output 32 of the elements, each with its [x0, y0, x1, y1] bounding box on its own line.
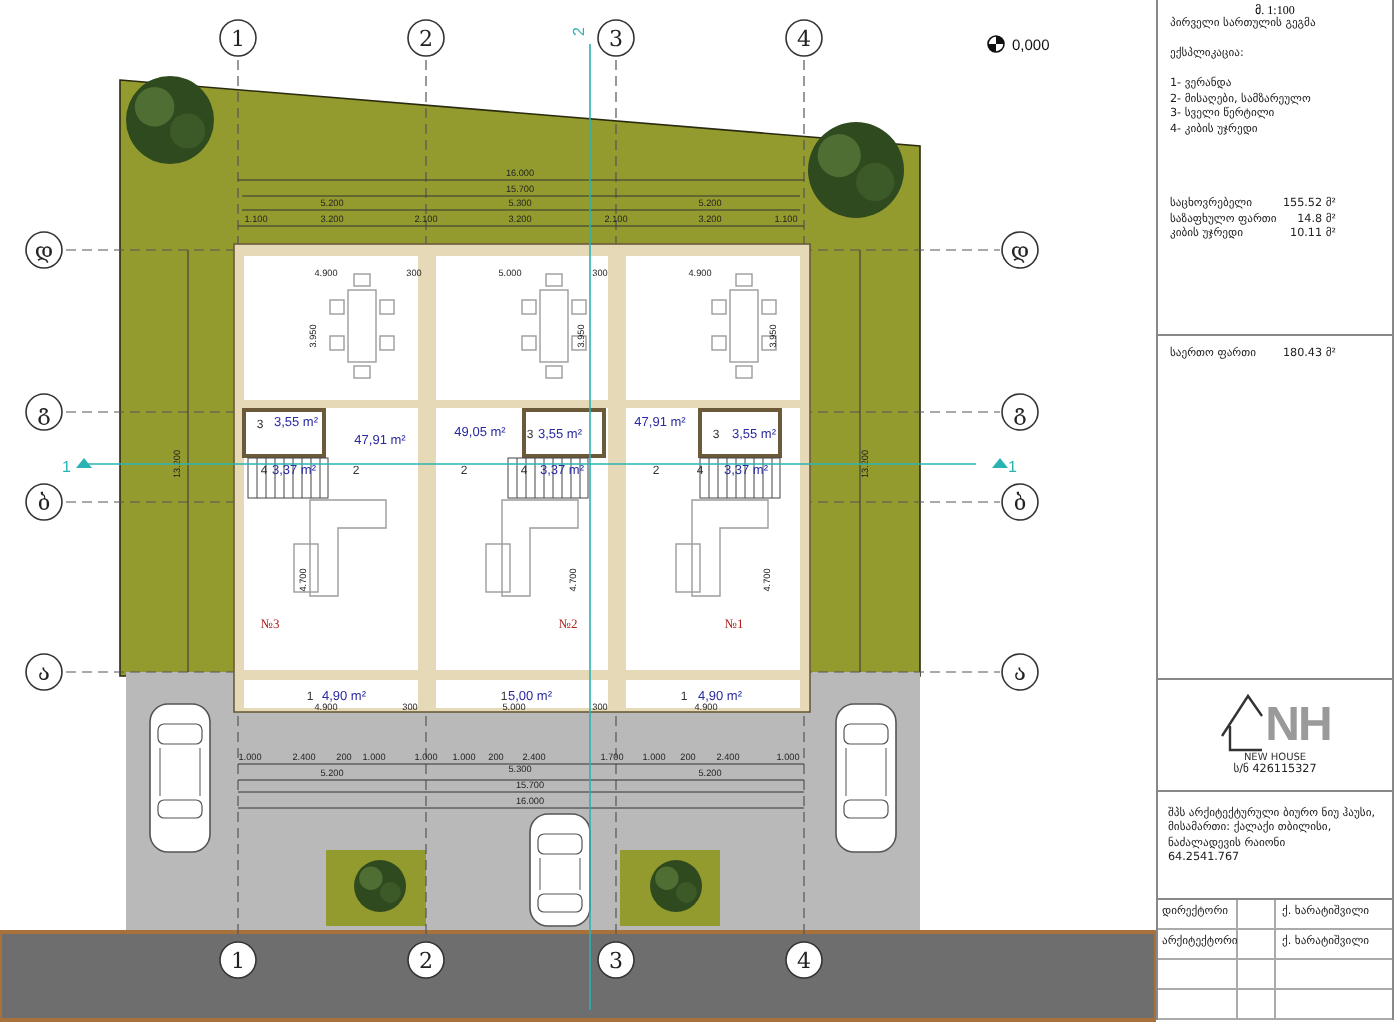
axis-marker: 3 [597, 19, 635, 57]
axis-marker: 3 [597, 941, 635, 979]
axis-marker: ბ [25, 483, 63, 521]
section-label: 1 [62, 458, 71, 476]
section-arrow-icon [76, 458, 92, 468]
level-marker-icon [987, 35, 1005, 53]
axis-marker: დ [25, 231, 63, 269]
section-label: 1 [1008, 458, 1017, 476]
tree-drawing [126, 76, 214, 164]
axis-marker: 4 [785, 941, 823, 979]
axis-marker: 1 [219, 941, 257, 979]
axis-marker: 1 [219, 19, 257, 57]
tree-drawing [354, 860, 406, 912]
staircase-drawing [507, 457, 589, 499]
section-label: 2 [570, 27, 588, 36]
logo-letters: NH [1265, 700, 1331, 753]
tree-drawing [650, 860, 702, 912]
axis-marker: ა [1001, 653, 1039, 691]
house-outline-icon [1219, 692, 1264, 753]
axis-marker: 4 [785, 19, 823, 57]
staircase-drawing [699, 457, 781, 499]
axis-marker: დ [1001, 231, 1039, 269]
axis-marker: გ [1001, 393, 1039, 431]
axis-marker: ა [25, 653, 63, 691]
tree-drawing [808, 122, 904, 218]
axis-marker: 2 [407, 941, 445, 979]
section-arrow-icon [992, 458, 1008, 468]
axis-marker: 2 [407, 19, 445, 57]
staircase-drawing [247, 457, 329, 499]
axis-marker: ბ [1001, 483, 1039, 521]
car-drawing [529, 813, 591, 927]
axis-marker: გ [25, 393, 63, 431]
